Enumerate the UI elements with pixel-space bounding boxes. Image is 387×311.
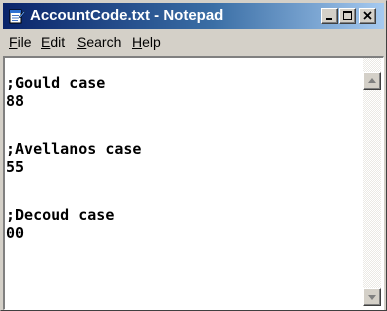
notepad-window: AccountCode.txt - Notepad File Edit Sear… [0, 0, 387, 311]
close-button[interactable] [359, 8, 376, 24]
text-area[interactable]: ;Gould case 88 ;Avellanos case 55 ;Decou… [5, 58, 363, 306]
text-line: ;Gould case [6, 74, 106, 92]
text-line: ;Avellanos case [6, 140, 142, 158]
scroll-up-arrow-icon [368, 78, 376, 83]
scroll-down-arrow-icon [368, 295, 376, 300]
text-line: 00 [6, 224, 25, 242]
notepad-icon[interactable] [7, 8, 26, 24]
minimize-icon [326, 18, 332, 20]
scroll-up-button[interactable] [363, 72, 381, 90]
window-title: AccountCode.txt - Notepad [30, 7, 224, 24]
close-icon [363, 11, 372, 20]
maximize-icon [343, 11, 352, 20]
text-line: 55 [6, 158, 25, 176]
menu-bar: File Edit Search Help [3, 31, 384, 53]
menu-edit[interactable]: Edit [41, 34, 65, 51]
menu-help[interactable]: Help [132, 34, 161, 51]
title-bar[interactable]: AccountCode.txt - Notepad [3, 3, 384, 29]
minimize-button[interactable] [321, 8, 338, 24]
maximize-button[interactable] [339, 8, 356, 24]
text-line: 88 [6, 92, 25, 110]
scroll-down-button[interactable] [363, 288, 381, 306]
vertical-scrollbar[interactable] [363, 58, 381, 306]
menu-search[interactable]: Search [77, 34, 121, 51]
menu-file[interactable]: File [9, 34, 32, 51]
text-line: ;Decoud case [6, 206, 115, 224]
